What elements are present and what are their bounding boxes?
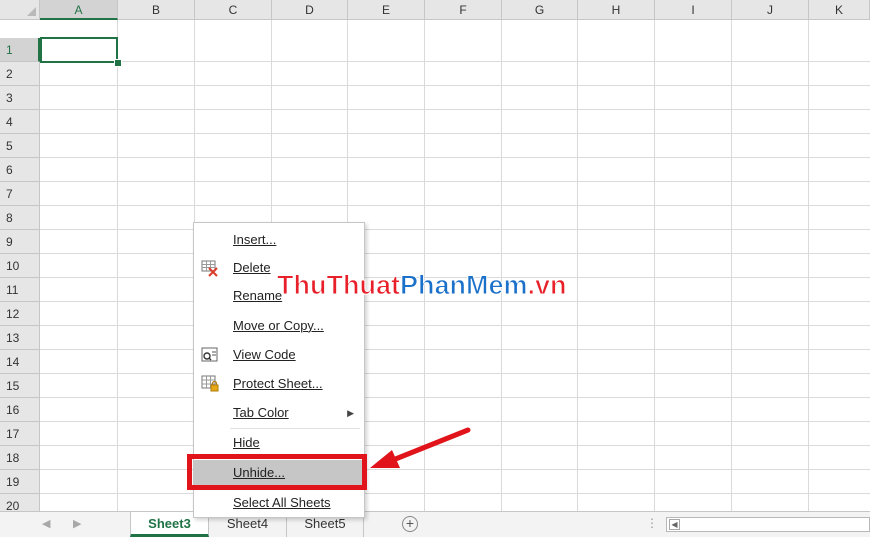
gridline [40,205,870,206]
scroll-left-icon[interactable]: ◀ [669,519,680,530]
tab-split-handle-icon[interactable]: ⋮ [646,516,658,530]
active-cell-a1[interactable] [40,37,118,63]
row-header-4[interactable]: 4 [0,110,40,134]
menu-item-label: Insert... [233,232,277,247]
scroll-tabs-right-icon[interactable]: ▶ [73,517,81,530]
scroll-tabs-left-icon[interactable]: ◀ [42,517,50,530]
gridline [40,493,870,494]
row-header-8[interactable]: 8 [0,206,40,230]
column-header-h[interactable]: H [578,0,655,20]
row-header-11[interactable]: 11 [0,278,40,302]
row-header-19[interactable]: 19 [0,470,40,494]
watermark-logo: ThuThuatPhanMem.vn [277,270,568,301]
menu-item-label: Protect Sheet... [233,376,323,391]
chevron-right-icon: ▶ [347,408,354,418]
gridline [40,397,870,398]
row-header-3[interactable]: 3 [0,86,40,110]
gridline [501,20,502,511]
gridline [40,301,870,302]
gridline [40,373,870,374]
gridline [731,20,732,511]
column-header-a[interactable]: A [40,0,118,20]
menu-item-label: Move or Copy... [233,318,324,333]
column-header-j[interactable]: J [732,0,809,20]
menu-item-view-code[interactable]: View Code [194,342,364,368]
row-header-17[interactable]: 17 [0,422,40,446]
delete-sheet-icon [201,259,219,277]
column-header-i[interactable]: I [655,0,732,20]
gridline [40,109,870,110]
row-header-14[interactable]: 14 [0,350,40,374]
gridline [40,349,870,350]
gridline [40,253,870,254]
gridline [40,325,870,326]
menu-item-protect-sheet[interactable]: Protect Sheet... [194,371,364,397]
gridline [40,133,870,134]
gridline [117,20,118,511]
horizontal-scrollbar[interactable]: ◀ [666,517,870,532]
column-header-f[interactable]: F [425,0,502,20]
row-header-16[interactable]: 16 [0,398,40,422]
gridline [40,181,870,182]
column-header-k[interactable]: K [809,0,870,20]
column-header-c[interactable]: C [195,0,272,20]
sheet-tab-bar: ◀ ▶ Sheet3 Sheet4 Sheet5 + ⋮ ◀ [0,511,870,537]
row-header-12[interactable]: 12 [0,302,40,326]
gridline [808,20,809,511]
row-header-7[interactable]: 7 [0,182,40,206]
gridline [577,20,578,511]
watermark-part-1: ThuThuat [277,270,401,301]
protect-sheet-icon [201,375,219,393]
gridline [40,157,870,158]
menu-item-label: Delete [233,260,271,275]
row-header-2[interactable]: 2 [0,62,40,86]
row-header-9[interactable]: 9 [0,230,40,254]
menu-item-label: Select All Sheets [233,495,331,510]
menu-item-label: Tab Color [233,405,289,420]
menu-item-select-all-sheets[interactable]: Select All Sheets [194,490,364,516]
watermark-part-2: PhanMem [399,270,528,301]
menu-item-tab-color[interactable]: Tab Color ▶ [194,400,364,426]
gridline [40,61,870,62]
menu-separator [230,428,360,429]
row-header-13[interactable]: 13 [0,326,40,350]
gridline [654,20,655,511]
watermark-part-3: .vn [527,270,567,301]
row-header-5[interactable]: 5 [0,134,40,158]
menu-item-label: Rename [233,288,283,303]
row-header-10[interactable]: 10 [0,254,40,278]
menu-item-move-or-copy[interactable]: Move or Copy... [194,313,364,339]
gridline [40,85,870,86]
menu-item-insert[interactable]: Insert... [194,227,364,253]
highlight-box [187,454,367,490]
menu-item-hide[interactable]: Hide [194,430,364,456]
gridline [40,421,870,422]
gridline [40,229,870,230]
row-header-1[interactable]: 1 [0,38,40,62]
select-all-triangle-icon [27,7,36,16]
column-header-g[interactable]: G [502,0,578,20]
select-all-corner[interactable] [0,0,40,20]
row-header-18[interactable]: 18 [0,446,40,470]
fill-handle[interactable] [114,59,122,67]
row-header-6[interactable]: 6 [0,158,40,182]
view-code-icon [201,346,219,364]
annotation-arrow-icon [370,427,471,468]
column-header-b[interactable]: B [118,0,195,20]
column-header-d[interactable]: D [272,0,348,20]
row-header-15[interactable]: 15 [0,374,40,398]
menu-item-label: Hide [233,435,260,450]
row-header-20[interactable]: 20 [0,494,40,511]
add-sheet-button[interactable]: + [402,516,418,532]
column-header-e[interactable]: E [348,0,425,20]
menu-item-label: View Code [233,347,296,362]
